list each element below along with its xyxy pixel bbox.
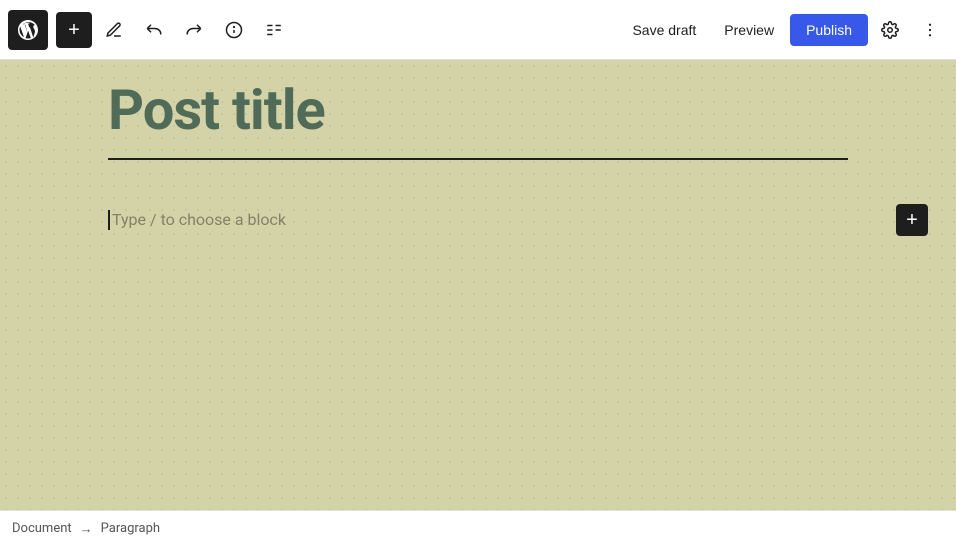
more-options-button[interactable] xyxy=(912,12,948,48)
inline-add-block-button[interactable]: + xyxy=(896,204,928,236)
editor-content: Post title Type / to choose a block + xyxy=(108,80,848,240)
wordpress-icon xyxy=(16,18,40,42)
wp-logo[interactable] xyxy=(8,10,48,50)
list-view-icon xyxy=(265,21,283,39)
document-label[interactable]: Document xyxy=(12,521,72,536)
add-block-button[interactable]: + xyxy=(56,12,92,48)
main-toolbar: + xyxy=(0,0,956,60)
info-button[interactable] xyxy=(216,12,252,48)
settings-gear-icon xyxy=(881,21,899,39)
paragraph-label[interactable]: Paragraph xyxy=(101,521,160,536)
list-view-button[interactable] xyxy=(256,12,292,48)
tools-button[interactable] xyxy=(96,12,132,48)
text-cursor xyxy=(108,210,110,230)
block-placeholder-area[interactable]: Type / to choose a block + xyxy=(108,200,848,240)
status-bar: Document → Paragraph xyxy=(0,510,956,546)
tools-icon xyxy=(105,21,123,39)
more-options-icon xyxy=(921,21,939,39)
publish-button[interactable]: Publish xyxy=(790,14,868,46)
toolbar-right-actions: Save draft Preview Publish xyxy=(620,12,948,48)
save-draft-button[interactable]: Save draft xyxy=(620,16,708,44)
settings-button[interactable] xyxy=(872,12,908,48)
undo-button[interactable] xyxy=(136,12,172,48)
block-placeholder-text: Type / to choose a block xyxy=(112,210,286,229)
breadcrumb-arrow: → xyxy=(80,521,93,537)
plus-icon: + xyxy=(68,20,80,40)
redo-icon xyxy=(185,21,203,39)
undo-icon xyxy=(145,21,163,39)
info-icon xyxy=(225,21,243,39)
title-divider xyxy=(108,158,848,160)
editor-area: Post title Type / to choose a block + xyxy=(0,60,956,510)
post-title[interactable]: Post title xyxy=(108,80,848,142)
plus-icon-inline: + xyxy=(906,210,918,230)
redo-button[interactable] xyxy=(176,12,212,48)
preview-button[interactable]: Preview xyxy=(712,16,786,44)
